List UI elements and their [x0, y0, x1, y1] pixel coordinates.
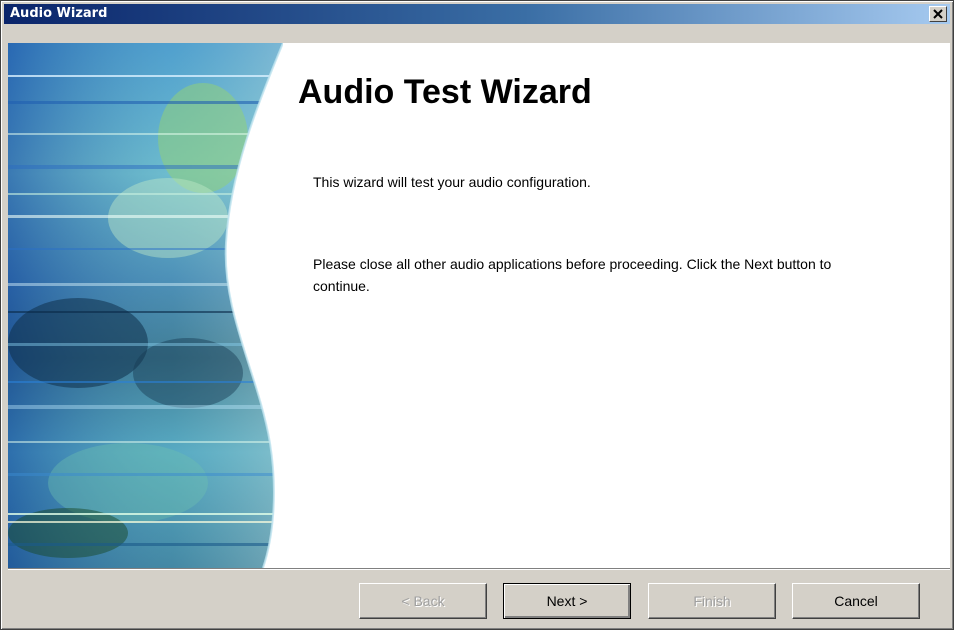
next-button[interactable]: Next >: [503, 583, 631, 619]
audio-wizard-window: Audio Wizard Audio Test Wizard This wiza…: [0, 0, 954, 630]
wizard-intro-text: This wizard will test your audio configu…: [313, 174, 591, 190]
button-area-separator: [8, 568, 950, 570]
title-bar[interactable]: Audio Wizard: [4, 4, 950, 24]
close-icon: [933, 9, 943, 19]
close-button[interactable]: [929, 6, 947, 22]
wizard-heading: Audio Test Wizard: [298, 73, 592, 111]
wizard-content-panel: Audio Test Wizard This wizard will test …: [8, 43, 950, 568]
cancel-button[interactable]: Cancel: [792, 583, 920, 619]
wizard-instructions-text: Please close all other audio application…: [313, 256, 832, 294]
window-title: Audio Wizard: [10, 6, 108, 21]
finish-button[interactable]: Finish: [648, 583, 776, 619]
back-button[interactable]: < Back: [359, 583, 487, 619]
wizard-side-banner-image: [8, 43, 283, 568]
